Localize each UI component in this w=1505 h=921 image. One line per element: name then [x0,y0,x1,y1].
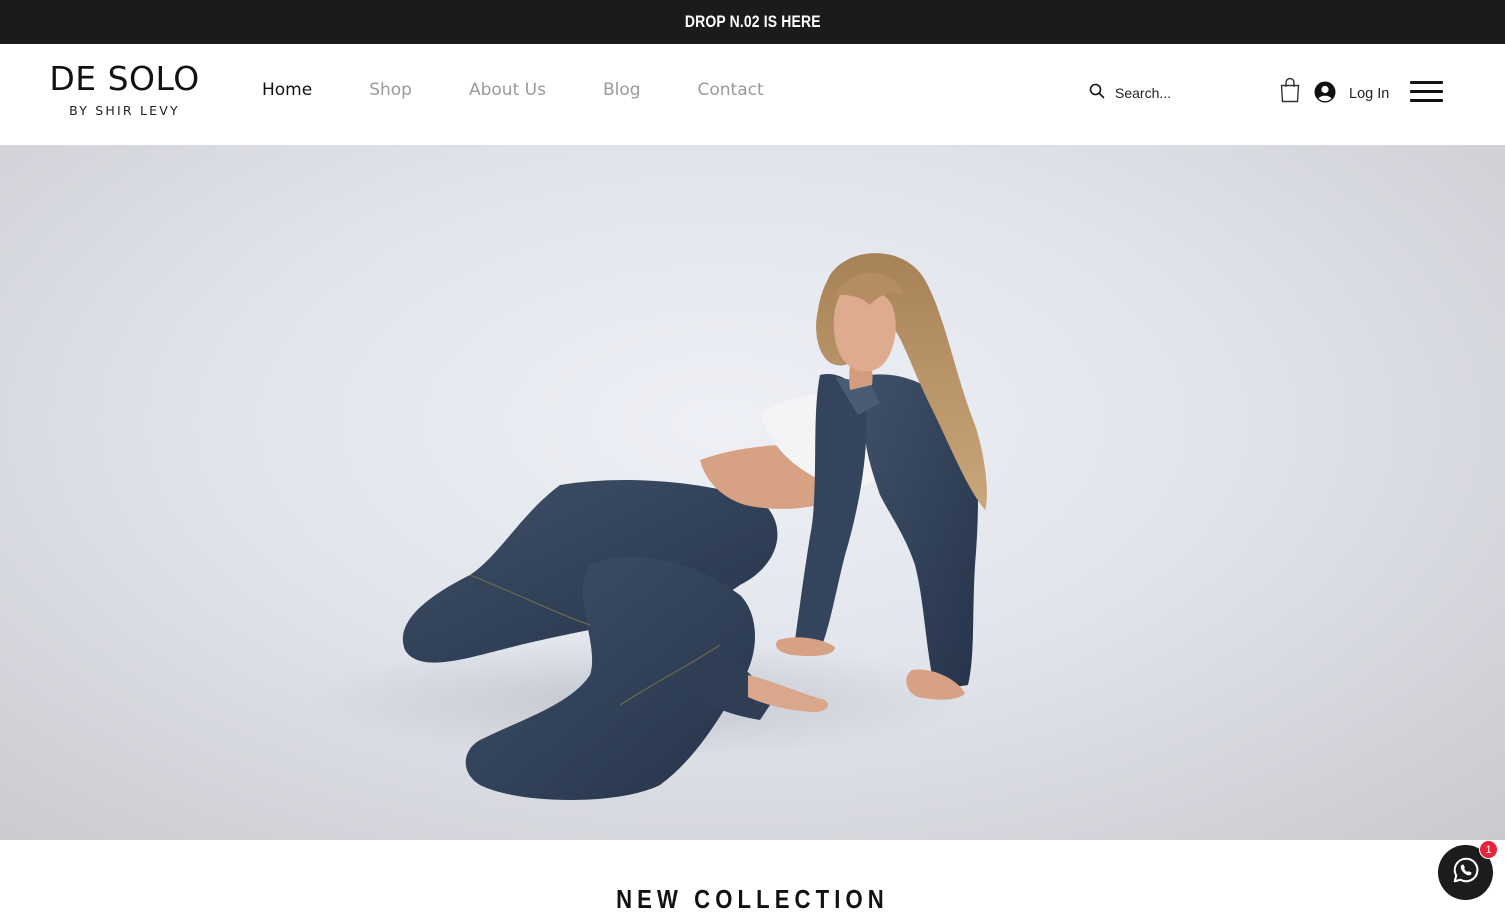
nav-item-about-us[interactable]: About Us [469,80,546,100]
announcement-text: DROP N.02 IS HERE [684,12,821,31]
chat-notification-badge: 1 [1479,840,1498,859]
section-title: NEW COLLECTION [0,884,1505,915]
main-nav: Home Shop About Us Blog Contact [262,80,821,100]
whatsapp-icon [1451,855,1481,890]
logo-subtitle: BY SHIR LEVY [69,103,180,118]
site-logo[interactable]: DE SOLO BY SHIR LEVY [47,59,202,119]
hamburger-menu-icon[interactable] [1410,81,1443,103]
search-icon[interactable] [1089,83,1105,104]
login-label: Log In [1349,86,1390,102]
hero-image [0,145,1505,840]
nav-item-home[interactable]: Home [262,80,312,100]
nav-item-blog[interactable]: Blog [603,80,641,100]
nav-item-contact[interactable]: Contact [698,80,764,100]
hero-model-illustration [310,253,987,800]
login-button[interactable]: Log In [1314,81,1389,107]
user-avatar-icon [1314,81,1336,107]
site-header: DE SOLO BY SHIR LEVY Home Shop About Us … [0,44,1505,145]
new-collection-heading: NEW COLLECTION [616,884,889,914]
nav-item-shop[interactable]: Shop [369,80,412,100]
shopping-bag-icon[interactable] [1279,77,1301,103]
announcement-bar: DROP N.02 IS HERE [0,0,1505,44]
search-bar [1089,82,1249,104]
search-input[interactable] [1115,85,1245,101]
logo-brand: DE SOLO [49,59,200,98]
